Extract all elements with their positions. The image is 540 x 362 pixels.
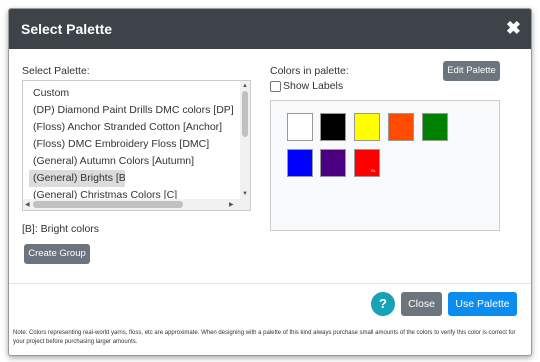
palette-list: Custom (DP) Diamond Paint Drills DMC col…: [23, 85, 238, 204]
horizontal-scrollbar[interactable]: ◀ ▶: [23, 199, 250, 210]
palette-option[interactable]: (General) Autumn Colors [Autumn]: [23, 153, 238, 170]
scroll-left-arrow-icon[interactable]: ◀: [25, 202, 30, 208]
vertical-scroll-thumb[interactable]: [242, 91, 248, 137]
color-swatch[interactable]: [354, 113, 380, 141]
select-palette-dialog: Select Palette ✖ Select Palette: Custom …: [8, 8, 532, 356]
palette-option[interactable]: (General) Brights [B]: [29, 170, 125, 187]
horizontal-scroll-thumb[interactable]: [33, 201, 183, 208]
create-group-button[interactable]: Create Group: [24, 244, 90, 264]
color-swatch[interactable]: [287, 149, 313, 177]
palette-listbox[interactable]: Custom (DP) Diamond Paint Drills DMC col…: [22, 80, 251, 211]
select-palette-label: Select Palette:: [22, 65, 90, 77]
show-labels-checkbox[interactable]: [270, 81, 281, 92]
colors-in-palette-label: Colors in palette:: [270, 65, 349, 77]
use-palette-button[interactable]: Use Palette: [448, 292, 517, 316]
help-button[interactable]: ?: [371, 292, 395, 316]
palette-option[interactable]: (Floss) Anchor Stranded Cotton [Anchor]: [23, 119, 238, 136]
scroll-right-arrow-icon[interactable]: ▶: [229, 202, 234, 208]
palette-option[interactable]: (DP) Diamond Paint Drills DMC colors [DP…: [23, 102, 238, 119]
palette-option[interactable]: Custom: [23, 85, 238, 102]
palette-colors-panel: BL: [270, 100, 500, 231]
footer-divider: [9, 283, 531, 284]
edit-palette-button[interactable]: Edit Palette: [443, 61, 500, 81]
color-swatch[interactable]: BL: [354, 149, 380, 177]
color-swatch[interactable]: [388, 113, 414, 141]
close-button[interactable]: Close: [401, 292, 442, 316]
dialog-titlebar: Select Palette ✖: [9, 9, 531, 49]
color-swatch-label: BL: [371, 168, 376, 173]
disclaimer-note: Note: Colors representing real-world yar…: [13, 330, 516, 345]
vertical-scrollbar[interactable]: ▲ ▼: [240, 81, 250, 199]
scroll-up-arrow-icon[interactable]: ▲: [242, 83, 248, 89]
color-swatch[interactable]: [320, 149, 346, 177]
close-icon[interactable]: ✖: [506, 18, 521, 38]
scroll-down-arrow-icon[interactable]: ▼: [242, 191, 248, 197]
color-swatch[interactable]: [320, 113, 346, 141]
palette-description: [B]: Bright colors: [22, 223, 100, 235]
palette-option[interactable]: (Floss) DMC Embroidery Floss [DMC]: [23, 136, 238, 153]
show-labels-label: Show Labels: [283, 80, 344, 92]
dialog-title: Select Palette: [21, 21, 113, 37]
color-swatch[interactable]: [422, 113, 448, 141]
color-swatch[interactable]: [287, 113, 313, 141]
